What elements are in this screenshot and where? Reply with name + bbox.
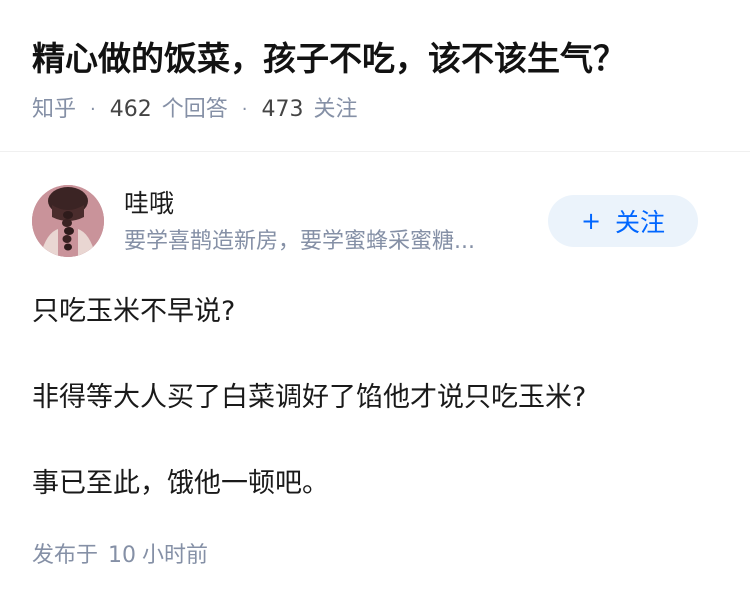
follow-count-label: 关注 — [313, 97, 358, 122]
meta-separator: · — [241, 99, 248, 120]
answer-paragraph: 只吃玉米不早说? — [32, 296, 236, 327]
question-header: 精心做的饭菜，孩子不吃，该不该生气？ 知乎 · 462 个回答 · 473 关注 — [0, 0, 750, 152]
follow-count: 473 — [261, 97, 304, 122]
author-bio: 要学喜鹊造新房，要学蜜蜂采蜜糖... — [124, 229, 475, 254]
published-prefix: 发布于 — [32, 543, 99, 568]
published-unit: 小时前 — [142, 543, 209, 568]
author-name[interactable]: 哇哦 — [124, 186, 174, 222]
answer-paragraph: 事已至此，饿他一顿吧。 — [32, 468, 329, 499]
answers-count: 462 — [109, 97, 152, 122]
plus-icon: + — [580, 207, 602, 235]
answers-label: 个回答 — [161, 97, 228, 122]
answer-content: 只吃玉米不早说? 非得等大人买了白菜调好了馅他才说只吃玉米? 事已至此，饿他一顿… — [32, 290, 722, 506]
published-time: 发布于 10 小时前 — [32, 540, 208, 572]
follow-button-label: 关注 — [615, 208, 666, 237]
follow-button[interactable]: + 关注 — [548, 195, 698, 247]
author-card: 哇哦 要学喜鹊造新房，要学蜜蜂采蜜糖... + 关注 — [0, 180, 750, 270]
published-num: 10 — [108, 543, 137, 568]
avatar-braid-icon — [32, 185, 104, 257]
question-title[interactable]: 精心做的饭菜，孩子不吃，该不该生气？ — [32, 36, 626, 82]
meta-separator: · — [90, 99, 96, 120]
site-name[interactable]: 知乎 — [32, 94, 76, 126]
question-meta: 知乎 · 462 个回答 · 473 关注 — [32, 94, 358, 126]
avatar[interactable] — [32, 185, 104, 257]
answer-paragraph: 非得等大人买了白菜调好了馅他才说只吃玉米? — [32, 382, 587, 413]
